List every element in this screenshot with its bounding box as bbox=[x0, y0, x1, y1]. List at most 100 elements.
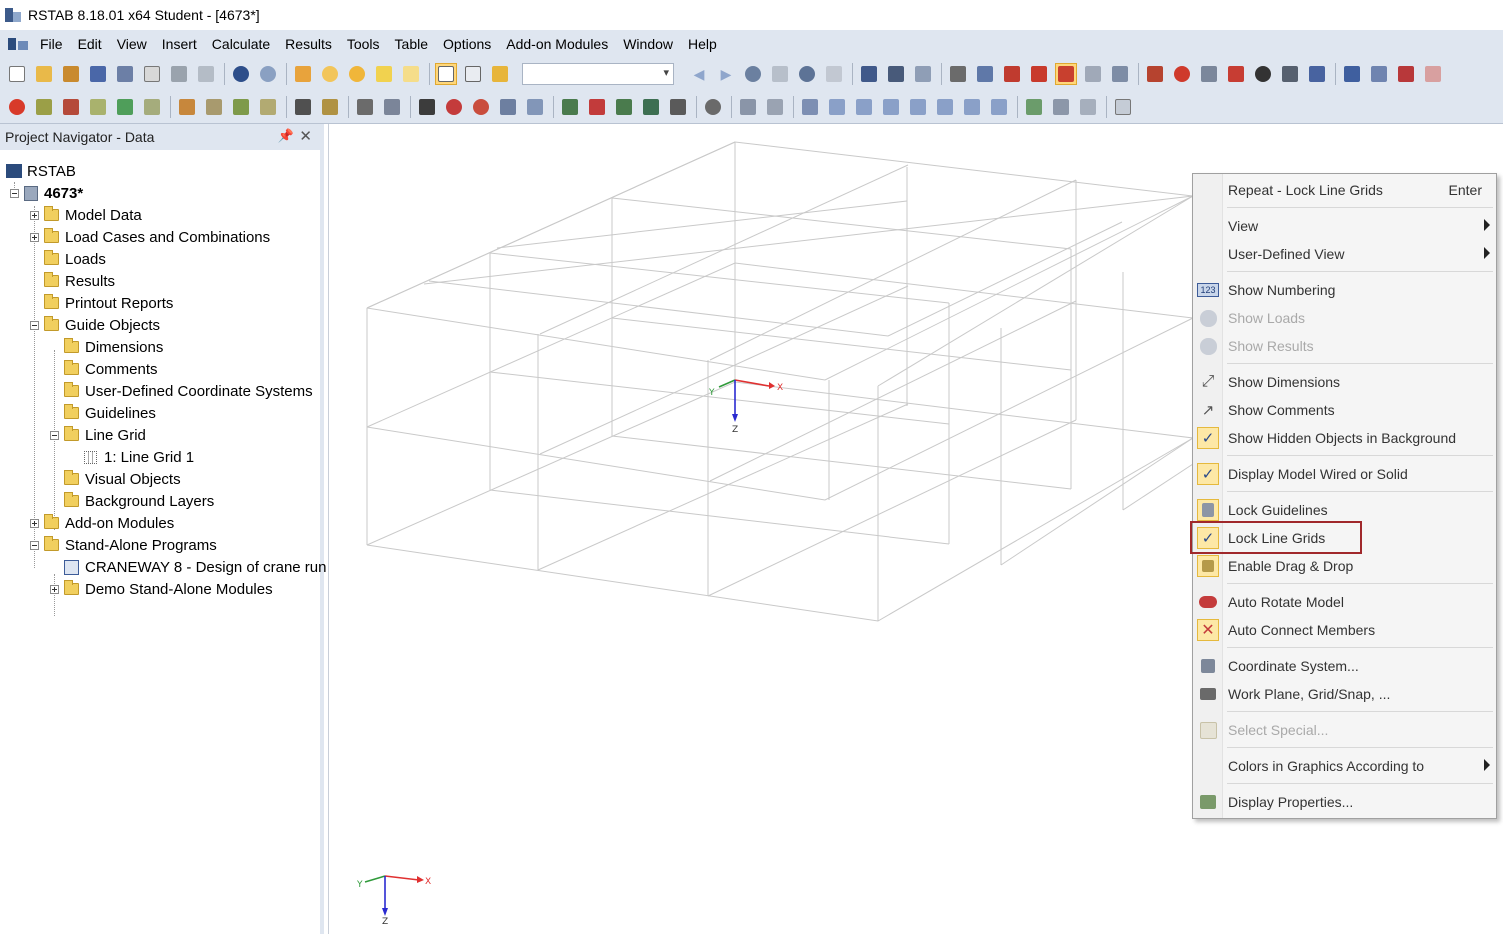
menu-item-show-results[interactable]: Show Results bbox=[1193, 332, 1496, 360]
tree-item-demo-standalone[interactable]: Demo Stand-Alone Modules bbox=[50, 578, 273, 600]
section-icon[interactable] bbox=[885, 63, 907, 85]
result-mz-icon[interactable] bbox=[934, 96, 956, 118]
menu-item-display-properties[interactable]: Display Properties... bbox=[1193, 788, 1496, 816]
menu-item-show-loads[interactable]: Show Loads bbox=[1193, 304, 1496, 332]
open-project-icon[interactable] bbox=[60, 63, 82, 85]
menu-item-display-model-wired-solid[interactable]: ✓ Display Model Wired or Solid bbox=[1193, 460, 1496, 488]
tree-item-printout-reports[interactable]: Printout Reports bbox=[30, 292, 173, 314]
menu-addon-modules[interactable]: Add-on Modules bbox=[506, 34, 608, 54]
menu-item-view[interactable]: View bbox=[1193, 212, 1496, 240]
intersect-icon[interactable] bbox=[1225, 63, 1247, 85]
save-all-icon[interactable] bbox=[87, 63, 109, 85]
target-icon[interactable] bbox=[346, 63, 368, 85]
view-3d-icon[interactable] bbox=[497, 96, 519, 118]
expand-icon[interactable] bbox=[30, 519, 39, 528]
snap-icon[interactable] bbox=[1001, 63, 1023, 85]
menu-item-auto-connect-members[interactable]: ✕ Auto Connect Members bbox=[1193, 616, 1496, 644]
nodal-load-icon[interactable] bbox=[176, 96, 198, 118]
result-diagram-icon[interactable] bbox=[1050, 96, 1072, 118]
show-results-icon[interactable] bbox=[796, 63, 818, 85]
generated-load-icon[interactable] bbox=[257, 96, 279, 118]
document-menu-icon[interactable] bbox=[8, 36, 30, 52]
result-py-icon[interactable] bbox=[961, 96, 983, 118]
zoom-window-icon[interactable] bbox=[443, 96, 465, 118]
navigator-toggle-icon[interactable] bbox=[435, 63, 457, 85]
zoom-all-icon[interactable] bbox=[470, 96, 492, 118]
tree-item-guide-objects[interactable]: Guide Objects bbox=[30, 314, 160, 336]
tree-item-results[interactable]: Results bbox=[30, 270, 115, 292]
tree-item-line-grid-1[interactable]: 1: Line Grid 1 bbox=[70, 446, 194, 468]
menu-results[interactable]: Results bbox=[285, 34, 332, 54]
menu-item-show-dimensions[interactable]: ⤢ Show Dimensions bbox=[1193, 368, 1496, 396]
menu-calculate[interactable]: Calculate bbox=[212, 34, 270, 54]
lock-grid-icon[interactable] bbox=[1055, 63, 1077, 85]
menu-item-show-numbering[interactable]: 123 Show Numbering bbox=[1193, 276, 1496, 304]
menu-insert[interactable]: Insert bbox=[162, 34, 197, 54]
tree-item-background-layers[interactable]: Background Layers bbox=[50, 490, 214, 512]
view-perspective-icon[interactable] bbox=[524, 96, 546, 118]
menu-view[interactable]: View bbox=[117, 34, 147, 54]
grid-icon[interactable] bbox=[912, 63, 934, 85]
report-export-icon[interactable] bbox=[1395, 63, 1417, 85]
measure-icon[interactable] bbox=[1144, 63, 1166, 85]
tree-item-dimensions[interactable]: Dimensions bbox=[50, 336, 163, 358]
tree-item-visual-objects[interactable]: Visual Objects bbox=[50, 468, 181, 490]
report-import-icon[interactable] bbox=[1422, 63, 1444, 85]
edit-icon[interactable] bbox=[292, 63, 314, 85]
collapse-icon[interactable] bbox=[30, 321, 39, 330]
imposed-load-icon[interactable] bbox=[230, 96, 252, 118]
snap-grid-icon[interactable] bbox=[974, 63, 996, 85]
smooth-icon[interactable] bbox=[858, 63, 880, 85]
mirror-icon[interactable] bbox=[1198, 63, 1220, 85]
results-view-icon[interactable] bbox=[742, 63, 764, 85]
open-file-icon[interactable] bbox=[33, 63, 55, 85]
printout-report-icon[interactable] bbox=[141, 63, 163, 85]
result-n-icon[interactable] bbox=[799, 96, 821, 118]
new-member-icon[interactable] bbox=[33, 96, 55, 118]
result-vy-icon[interactable] bbox=[826, 96, 848, 118]
new-set-icon[interactable] bbox=[141, 96, 163, 118]
redo-icon[interactable] bbox=[257, 63, 279, 85]
view-y-icon[interactable] bbox=[586, 96, 608, 118]
tree-item-standalone-programs[interactable]: Stand-Alone Programs bbox=[30, 534, 217, 556]
print-icon[interactable] bbox=[168, 63, 190, 85]
visibility-icon[interactable] bbox=[381, 96, 403, 118]
values-icon[interactable] bbox=[769, 63, 791, 85]
view-negative-x-icon[interactable] bbox=[640, 96, 662, 118]
collapse-icon[interactable] bbox=[30, 541, 39, 550]
table-toggle-icon[interactable] bbox=[462, 63, 484, 85]
result-values-icon[interactable] bbox=[823, 63, 845, 85]
select-icon[interactable] bbox=[373, 63, 395, 85]
new-hinge-icon[interactable] bbox=[87, 96, 109, 118]
export-icon[interactable] bbox=[1341, 63, 1363, 85]
menu-item-enable-drag-drop[interactable]: Enable Drag & Drop bbox=[1193, 552, 1496, 580]
menu-item-select-special[interactable]: Select Special... bbox=[1193, 716, 1496, 744]
snap-object-icon[interactable] bbox=[1028, 63, 1050, 85]
deformation-icon[interactable] bbox=[737, 96, 759, 118]
load-case-icon[interactable] bbox=[489, 63, 511, 85]
result-table-icon[interactable] bbox=[1077, 96, 1099, 118]
dimension-tool-icon[interactable] bbox=[292, 96, 314, 118]
section-cut-icon[interactable] bbox=[354, 96, 376, 118]
menu-item-coordinate-system[interactable]: Coordinate System... bbox=[1193, 652, 1496, 680]
load-case-dropdown[interactable] bbox=[522, 63, 674, 85]
support-reactions-icon[interactable] bbox=[1023, 96, 1045, 118]
result-my-icon[interactable] bbox=[907, 96, 929, 118]
tree-item-addon-modules[interactable]: Add-on Modules bbox=[30, 512, 174, 534]
work-plane-icon[interactable] bbox=[947, 63, 969, 85]
line-grid-icon[interactable] bbox=[1082, 63, 1104, 85]
result-mt-icon[interactable] bbox=[880, 96, 902, 118]
result-pz-icon[interactable] bbox=[988, 96, 1010, 118]
tree-item-guidelines[interactable]: Guidelines bbox=[50, 402, 156, 424]
menu-item-user-defined-view[interactable]: User-Defined View bbox=[1193, 240, 1496, 268]
tree-model-4673[interactable]: 4673* bbox=[10, 182, 83, 204]
member-load-icon[interactable] bbox=[203, 96, 225, 118]
new-node-icon[interactable] bbox=[6, 96, 28, 118]
next-arrow-icon[interactable]: ▶ bbox=[715, 63, 737, 85]
view-x-icon[interactable] bbox=[559, 96, 581, 118]
previous-arrow-icon[interactable]: ◀ bbox=[688, 63, 710, 85]
menu-item-show-hidden-objects[interactable]: ✓ Show Hidden Objects in Background bbox=[1193, 424, 1496, 452]
menu-item-lock-guidelines[interactable]: Lock Guidelines bbox=[1193, 496, 1496, 524]
menu-tools[interactable]: Tools bbox=[347, 34, 380, 54]
collapse-icon[interactable] bbox=[50, 431, 59, 440]
